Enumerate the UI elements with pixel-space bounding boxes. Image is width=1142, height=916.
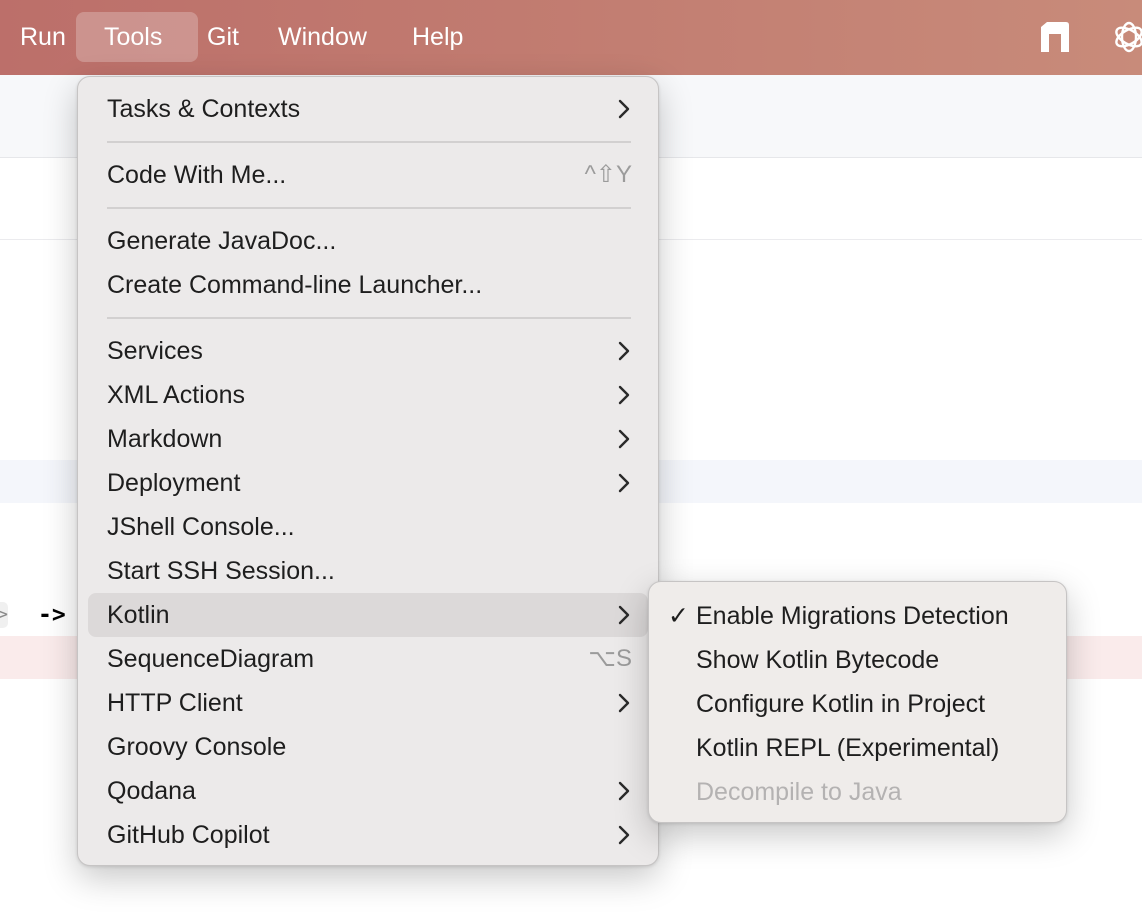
notion-icon[interactable]: [1038, 18, 1072, 56]
chevron-right-icon: [618, 341, 630, 361]
submenu-item-show-kotlin-bytecode[interactable]: Show Kotlin Bytecode: [649, 638, 1066, 682]
menu-item-generate-javadoc[interactable]: Generate JavaDoc...: [88, 219, 648, 263]
menu-item-kotlin[interactable]: Kotlin: [88, 593, 648, 637]
chevron-right-icon: [618, 473, 630, 493]
fold-marker-icon[interactable]: >: [0, 602, 8, 628]
submenu-item-enable-migrations-detection[interactable]: ✓ Enable Migrations Detection: [649, 594, 1066, 638]
menu-item-jshell-console[interactable]: JShell Console...: [88, 505, 648, 549]
menu-item-create-launcher[interactable]: Create Command-line Launcher...: [88, 263, 648, 307]
submenu-item-kotlin-repl[interactable]: Kotlin REPL (Experimental): [649, 726, 1066, 770]
shortcut-label: ^⇧Y: [584, 161, 632, 188]
chevron-right-icon: [618, 825, 630, 845]
chevron-right-icon: [618, 693, 630, 713]
menu-item-http-client[interactable]: HTTP Client: [88, 681, 648, 725]
menu-help[interactable]: Help: [400, 12, 475, 62]
menu-item-github-copilot[interactable]: GitHub Copilot: [88, 813, 648, 857]
menu-separator: [107, 207, 631, 209]
chevron-right-icon: [618, 99, 630, 119]
shortcut-label: ⌥S: [588, 645, 632, 672]
menu-item-groovy-console[interactable]: Groovy Console: [88, 725, 648, 769]
code-fragment: ->: [38, 602, 66, 628]
submenu-item-decompile-to-java: Decompile to Java: [696, 778, 902, 806]
kotlin-submenu: ✓ Enable Migrations Detection Show Kotli…: [648, 581, 1067, 823]
menu-item-code-with-me[interactable]: Code With Me... ^⇧Y: [88, 153, 648, 197]
menu-item-tasks-contexts[interactable]: Tasks & Contexts: [88, 87, 648, 131]
tools-menu: Tasks & Contexts Code With Me... ^⇧Y Gen…: [77, 76, 659, 866]
chatgpt-icon[interactable]: [1110, 18, 1142, 56]
menu-separator: [107, 141, 631, 143]
chevron-right-icon: [618, 605, 630, 625]
menu-item-sequence-diagram[interactable]: SequenceDiagram ⌥S: [88, 637, 648, 681]
menu-window[interactable]: Window: [266, 12, 379, 62]
menu-item-services[interactable]: Services: [88, 329, 648, 373]
menu-run[interactable]: Run: [8, 12, 78, 62]
menu-item-markdown[interactable]: Markdown: [88, 417, 648, 461]
menu-item-qodana[interactable]: Qodana: [88, 769, 648, 813]
chevron-right-icon: [618, 781, 630, 801]
menu-tools[interactable]: Tools: [76, 12, 198, 62]
chevron-right-icon: [618, 429, 630, 449]
menu-bar: Run Tools Git Window Help: [0, 0, 1142, 75]
menu-item-ssh-session[interactable]: Start SSH Session...: [88, 549, 648, 593]
menu-item-xml-actions[interactable]: XML Actions: [88, 373, 648, 417]
menu-git[interactable]: Git: [195, 12, 251, 62]
menu-separator: [107, 317, 631, 319]
menu-item-deployment[interactable]: Deployment: [88, 461, 648, 505]
submenu-item-configure-kotlin[interactable]: Configure Kotlin in Project: [649, 682, 1066, 726]
chevron-right-icon: [618, 385, 630, 405]
checkmark-icon: ✓: [668, 601, 689, 630]
